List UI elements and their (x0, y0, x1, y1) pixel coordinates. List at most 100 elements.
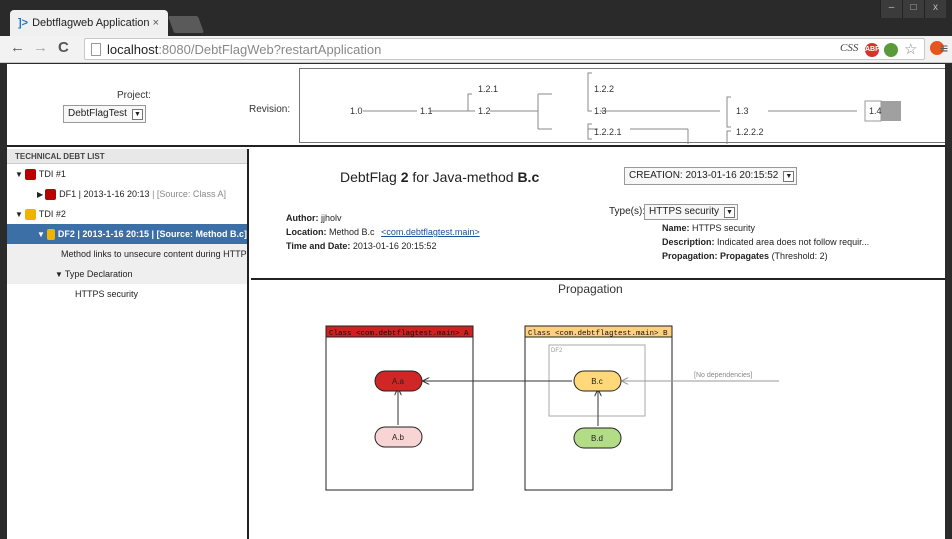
close-window-button[interactable]: x (924, 0, 946, 18)
creation-select[interactable]: CREATION: 2013-01-16 20:15:52 ▼ (624, 167, 798, 185)
list-item-label: Method links to unsecure content during … (61, 249, 247, 259)
browser-tab[interactable]: ]> Debtflagweb Application × (10, 10, 168, 36)
propagation-panel: Propagation Class <com.debtflagtest.main… (251, 282, 952, 539)
list-item-label: DF2 | 2013-1-16 20:15 | [Source: Method … (57, 229, 247, 239)
project-label: Project: (117, 90, 151, 101)
minimize-button[interactable]: – (880, 0, 902, 18)
browser-menu-icon[interactable]: ≡ (940, 40, 948, 56)
list-item-label: TDI #1 (38, 169, 66, 179)
list-header: TECHNICAL DEBT LIST (7, 149, 247, 164)
chevron-down-icon: ▼ (131, 109, 143, 120)
node-bc[interactable]: B.c (573, 370, 622, 392)
types-select-value: HTTPS security (649, 206, 720, 217)
list-item-source: | [Source: Class A] (152, 189, 226, 199)
revision-graph-lines (363, 72, 901, 144)
address-bar[interactable]: localhost:8080/DebtFlagWeb?restartApplic… (84, 38, 925, 60)
revision-marker (881, 101, 901, 121)
window-border-left (0, 64, 7, 539)
list-item-type-https[interactable]: HTTPS security (7, 284, 247, 304)
details-title: DebtFlag 2 for Java-method B.c (340, 169, 540, 185)
chevron-down-icon: ▼ (724, 207, 736, 218)
expanded-triangle-icon[interactable]: ▼ (15, 170, 23, 179)
technical-debt-list: TECHNICAL DEBT LIST ▼ TDI #1 ▶ DF1 | 201… (7, 149, 249, 539)
revision-bar: Project: DebtFlagTest ▼ Revision: 1.0 1.… (7, 64, 952, 147)
revision-node[interactable]: 1.2 (478, 106, 491, 116)
expanded-triangle-icon[interactable]: ▼ (55, 270, 63, 279)
list-item-label: TDI #2 (38, 209, 66, 219)
revision-node[interactable]: 1.2.2 (594, 84, 614, 94)
expanded-triangle-icon[interactable]: ▼ (15, 210, 23, 219)
revision-node[interactable]: 1.3 (594, 106, 607, 116)
revision-node-current[interactable]: 1.4 (869, 106, 882, 116)
revision-label: Revision: (249, 104, 291, 115)
list-item-df2-selected[interactable]: ▼ DF2 | 2013-1-16 20:15 | [Source: Metho… (7, 224, 247, 244)
revision-node[interactable]: 1.0 (350, 106, 363, 116)
page-icon (91, 43, 101, 56)
list-item-label: DF1 | 2013-1-16 20:13 (59, 189, 150, 199)
maximize-button[interactable]: □ (902, 0, 924, 18)
revision-graph: 1.0 1.1 1.2.1 1.2 1.2.2 1.3 1.2.2.1 1.3 … (299, 68, 952, 144)
creation-select-value: CREATION: 2013-01-16 20:15:52 (629, 170, 779, 181)
node-bd[interactable]: B.d (573, 427, 622, 449)
tab-title: Debtflagweb Application (32, 17, 150, 29)
browser-toolbar: ← → C localhost:8080/DebtFlagWeb?restart… (0, 36, 952, 63)
list-item-description[interactable]: Method links to unsecure content during … (7, 244, 247, 264)
revision-node[interactable]: 1.2.2.1 (594, 127, 622, 137)
type-description-line: Description: Indicated area does not fol… (662, 237, 870, 247)
list-item-label: Type Declaration (64, 269, 133, 279)
df2-region-label: DF2 (551, 348, 563, 354)
types-select[interactable]: HTTPS security ▼ (644, 204, 739, 220)
author-line: Author: jjholv (286, 213, 342, 223)
revision-node[interactable]: 1.3 (736, 106, 749, 116)
red-flag-icon (45, 188, 57, 200)
class-b-label: Class <com.debtflagtest.main> B (528, 330, 668, 338)
class-a-label: Class <com.debtflagtest.main> A (329, 330, 469, 338)
chevron-down-icon: ▼ (783, 171, 795, 182)
new-tab-button[interactable] (167, 16, 205, 33)
app-content: Project: DebtFlagTest ▼ Revision: 1.0 1.… (7, 64, 952, 539)
bookmark-star-icon[interactable]: ☆ (904, 40, 917, 58)
node-ab[interactable]: A.b (374, 426, 423, 448)
adblock-icon[interactable]: ABP (865, 43, 880, 57)
list-item-df1[interactable]: ▶ DF1 | 2013-1-16 20:13 | [Source: Class… (7, 184, 247, 204)
expanded-triangle-icon[interactable]: ▼ (37, 230, 45, 239)
project-select-value: DebtFlagTest (68, 108, 127, 119)
node-aa[interactable]: A.a (374, 370, 423, 392)
propagation-diagram: Class <com.debtflagtest.main> A Class <c… (325, 325, 779, 491)
svg-text:A.b: A.b (392, 433, 405, 442)
back-arrow-icon[interactable]: ← (10, 39, 25, 56)
list-item-tdi2[interactable]: ▼ TDI #2 (7, 204, 247, 224)
revision-node[interactable]: 1.2.2.2 (736, 127, 764, 137)
url-text[interactable]: localhost:8080/DebtFlagWeb?restartApplic… (107, 42, 381, 57)
type-propagation-line: Propagation: Propagates (Threshold: 2) (662, 251, 828, 261)
css-extension-icon[interactable]: CSS (840, 42, 858, 54)
location-line: Location: Method B.c <com.debtflagtest.m… (286, 227, 480, 237)
red-flag-icon (24, 168, 36, 180)
collapsed-triangle-icon[interactable]: ▶ (37, 190, 43, 199)
browser-titlebar: ]> Debtflagweb Application × – □ x (0, 0, 952, 36)
reload-icon[interactable]: C (58, 39, 69, 56)
class-a-box[interactable]: Class <com.debtflagtest.main> A (325, 325, 474, 491)
types-label: Type(s): (609, 206, 646, 217)
svg-text:B.c: B.c (591, 377, 603, 386)
yellow-flag-icon (24, 208, 36, 220)
list-item-label: HTTPS security (75, 289, 139, 299)
revision-node[interactable]: 1.1 (420, 106, 433, 116)
security-extension-icon[interactable] (884, 43, 898, 57)
list-item-tdi1[interactable]: ▼ TDI #1 (7, 164, 247, 184)
time-line: Time and Date: 2013-01-16 20:15:52 (286, 241, 437, 251)
close-tab-icon[interactable]: × (153, 17, 159, 29)
debtflag-details: DebtFlag 2 for Java-method B.c CREATION:… (251, 149, 952, 280)
no-dependencies-label: [No dependencies] (694, 372, 752, 379)
yellow-flag-icon (46, 228, 55, 240)
window-controls: – □ x (880, 0, 946, 18)
list-item-type-declaration[interactable]: ▼ Type Declaration (7, 264, 247, 284)
svg-text:B.d: B.d (591, 434, 603, 443)
location-link[interactable]: <com.debtflagtest.main> (381, 227, 480, 237)
forward-arrow-icon[interactable]: → (33, 39, 48, 56)
window-border-right (945, 64, 952, 539)
type-name-line: Name: HTTPS security (662, 223, 756, 233)
app-favicon-icon: ]> (18, 17, 29, 29)
revision-node[interactable]: 1.2.1 (478, 84, 498, 94)
project-select[interactable]: DebtFlagTest ▼ (63, 105, 146, 123)
